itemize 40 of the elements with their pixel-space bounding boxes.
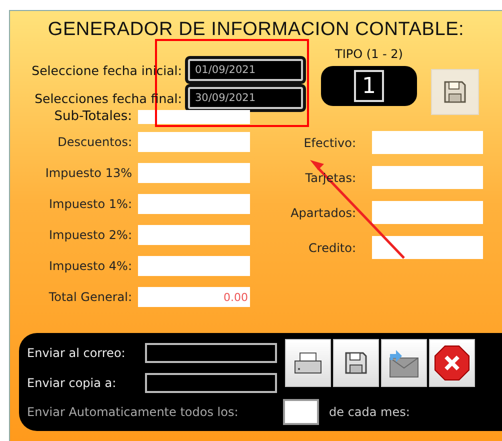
type-field[interactable]: 1 bbox=[354, 70, 384, 102]
close-button[interactable] bbox=[429, 339, 475, 387]
email-field[interactable] bbox=[145, 343, 277, 363]
day-field[interactable] bbox=[283, 399, 319, 425]
amount-field[interactable] bbox=[372, 236, 483, 259]
amount-field[interactable] bbox=[372, 131, 483, 154]
form-title: GENERADOR DE INFORMACION CONTABLE: bbox=[46, 19, 466, 41]
amount-field[interactable] bbox=[138, 163, 250, 183]
amount-field[interactable] bbox=[138, 194, 250, 214]
type-label: TIPO (1 - 2) bbox=[335, 47, 403, 61]
field-label: Total General: bbox=[48, 290, 133, 304]
field-label: Impuesto 2%: bbox=[48, 228, 133, 242]
auto-send-suffix: de cada mes: bbox=[329, 405, 410, 419]
close-icon bbox=[434, 345, 470, 381]
save-button[interactable] bbox=[333, 339, 379, 387]
amount-field[interactable] bbox=[138, 256, 250, 276]
date-field[interactable]: 30/09/2021 bbox=[188, 87, 303, 109]
save-button[interactable] bbox=[431, 69, 479, 115]
envelope-arrow-icon bbox=[388, 348, 420, 378]
printer-icon bbox=[293, 351, 323, 375]
email-label: Enviar al correo: bbox=[27, 346, 126, 360]
print-button[interactable] bbox=[285, 339, 331, 387]
subtotal-field[interactable] bbox=[138, 110, 250, 124]
amount-field[interactable] bbox=[372, 166, 483, 189]
amount-field[interactable] bbox=[138, 225, 250, 245]
field-label: Descuentos: bbox=[56, 135, 133, 149]
amount-field[interactable] bbox=[372, 201, 483, 224]
field-label: Impuesto 4%: bbox=[48, 259, 133, 273]
date-field[interactable]: 01/09/2021 bbox=[188, 59, 303, 81]
field-label: Efectivo: bbox=[302, 136, 357, 150]
email-label: Enviar copia a: bbox=[27, 376, 118, 390]
send-button[interactable] bbox=[381, 339, 427, 387]
field-label: Credito: bbox=[308, 240, 357, 254]
amount-field[interactable] bbox=[138, 132, 250, 152]
field-label: Impuesto 13% bbox=[44, 166, 133, 180]
auto-send-label: Enviar Automaticamente todos los: bbox=[27, 405, 240, 419]
field-label: Apartados: bbox=[290, 206, 357, 220]
email-field[interactable] bbox=[145, 373, 277, 393]
field-label: Impuesto 1%: bbox=[48, 197, 133, 211]
subtotal-label: Sub-Totales: bbox=[53, 109, 133, 124]
